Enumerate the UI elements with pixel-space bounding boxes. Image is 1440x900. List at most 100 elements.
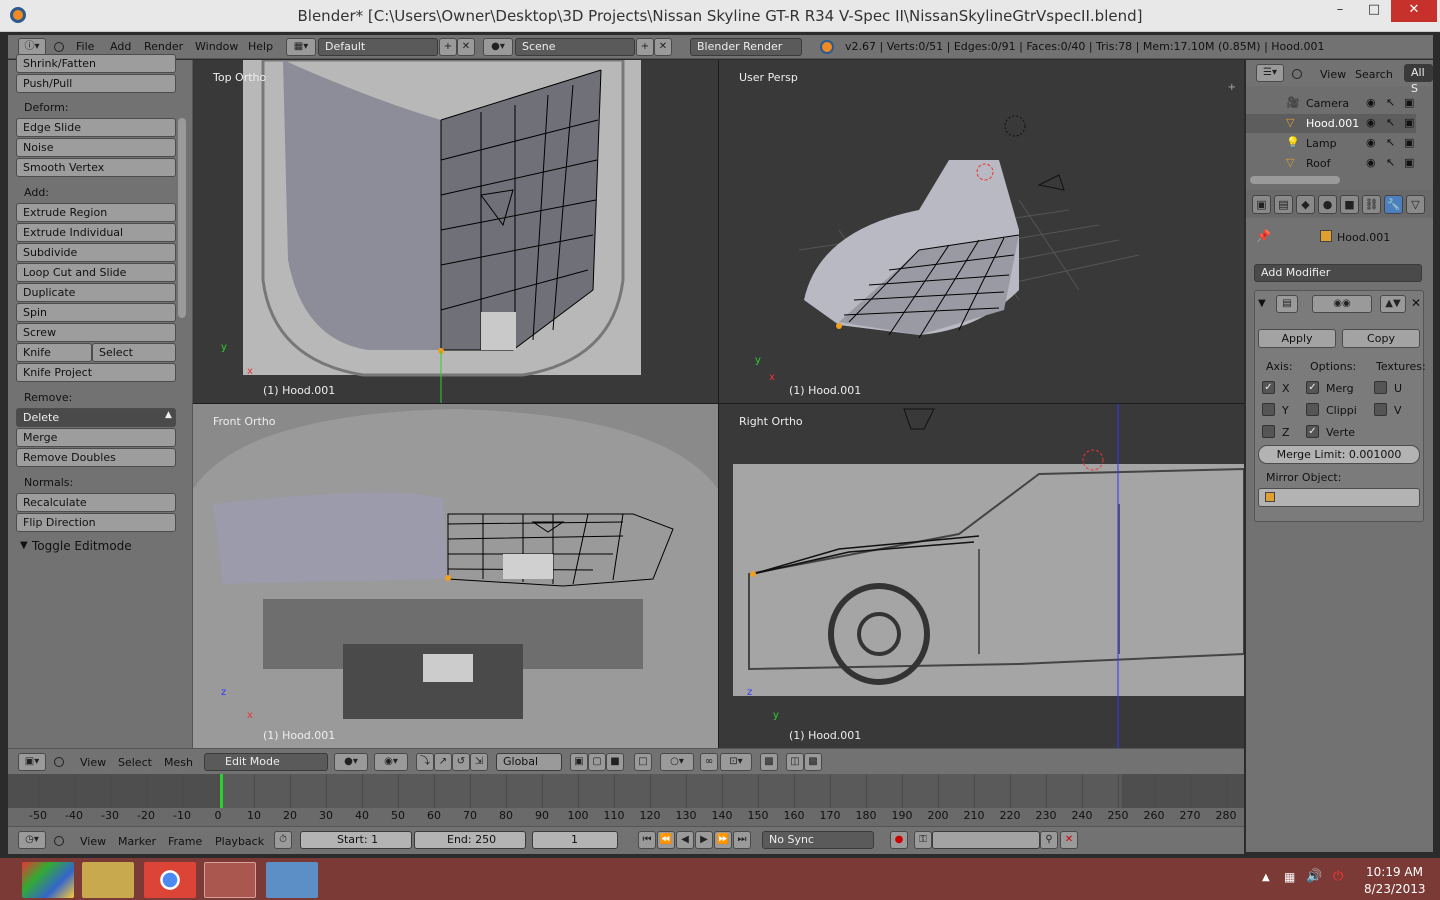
modifier-collapse-icon[interactable]: ▼: [1258, 298, 1266, 309]
outliner-item[interactable]: ▽ Hood.001 ◉ ↖ ▣: [1246, 114, 1416, 133]
tool-spin[interactable]: Spin: [16, 303, 176, 322]
vertex-groups-checkbox[interactable]: ✓: [1306, 425, 1319, 438]
tool-merge[interactable]: Merge: [16, 428, 176, 447]
axis-y-checkbox[interactable]: [1262, 403, 1275, 416]
timeline-collapse-icon[interactable]: [54, 836, 64, 846]
tool-remove-doubles[interactable]: Remove Doubles: [16, 448, 176, 467]
render-engine-select[interactable]: Blender Render: [690, 38, 802, 56]
timeline-menu-playback[interactable]: Playback: [215, 835, 264, 848]
visibility-eye-icon[interactable]: ◉: [1366, 156, 1376, 169]
minimize-button[interactable]: –: [1323, 0, 1357, 22]
jump-keyframe-back-icon[interactable]: ⏪: [657, 831, 675, 849]
record-icon[interactable]: ●: [890, 831, 908, 849]
delete-keyframe-icon[interactable]: ✕: [1060, 831, 1078, 849]
clipping-checkbox[interactable]: [1306, 403, 1319, 416]
tool-flip-direction[interactable]: Flip Direction: [16, 513, 176, 532]
menu-add[interactable]: Add: [110, 40, 131, 53]
modifier-visibility-icons[interactable]: ◉◉: [1312, 295, 1372, 313]
viewport-shading-select[interactable]: ●▾: [334, 753, 368, 771]
pin-icon[interactable]: 📌: [1256, 229, 1271, 243]
clock-date[interactable]: 8/23/2013: [1364, 882, 1426, 896]
collapse-icon[interactable]: [54, 42, 64, 52]
keying-set-field[interactable]: [932, 831, 1040, 849]
view3d-collapse-icon[interactable]: [54, 757, 64, 767]
viewport-front-ortho[interactable]: Front Ortho z x (1) Hood.001: [193, 404, 718, 748]
outliner-item[interactable]: ▽ Roof ◉ ↖ ▣: [1246, 154, 1416, 173]
tool-extrude-individual[interactable]: Extrude Individual: [16, 223, 176, 242]
close-button[interactable]: ✕: [1391, 0, 1437, 22]
tool-knife-select[interactable]: Select: [92, 343, 176, 362]
blender-taskbar-icon[interactable]: [204, 862, 256, 898]
render-preview-icon[interactable]: ◫: [786, 753, 804, 771]
timeline-menu-marker[interactable]: Marker: [118, 835, 156, 848]
toggle-editmode-panel[interactable]: Toggle Editmode: [32, 539, 132, 553]
tool-shrink-fatten[interactable]: Shrink/Fatten: [16, 54, 176, 73]
outliner-editor-type-button[interactable]: ☰▾: [1256, 64, 1284, 82]
selectable-cursor-icon[interactable]: ↖: [1386, 136, 1395, 149]
maximize-button[interactable]: □: [1357, 0, 1391, 22]
start-frame-field[interactable]: Start: 1: [300, 831, 412, 849]
selectable-cursor-icon[interactable]: ↖: [1386, 156, 1395, 169]
apply-modifier-button[interactable]: Apply: [1258, 329, 1336, 348]
renderable-camera-icon[interactable]: ▣: [1404, 116, 1414, 129]
menu-render[interactable]: Render: [144, 40, 183, 53]
render-animation-icon[interactable]: ▩: [804, 753, 822, 771]
file-explorer-icon[interactable]: [82, 862, 134, 898]
axis-x-checkbox[interactable]: ✓: [1262, 381, 1275, 394]
tool-loop-cut[interactable]: Loop Cut and Slide: [16, 263, 176, 282]
menu-file[interactable]: File: [76, 40, 94, 53]
render-layers-tab-icon[interactable]: ▤: [1274, 195, 1293, 214]
snap-toggle-icon[interactable]: ∞: [700, 753, 718, 771]
keying-set-icon[interactable]: ⚿: [914, 831, 932, 849]
outliner-item[interactable]: 💡 Lamp ◉ ↖ ▣: [1246, 134, 1416, 153]
texture-u-checkbox[interactable]: [1374, 381, 1387, 394]
viewport-top-ortho[interactable]: Top Ortho y x (1) Hood.001: [193, 60, 718, 403]
outliner-item[interactable]: 🎥 Camera ◉ ↖ ▣: [1246, 94, 1416, 113]
menu-help[interactable]: Help: [248, 40, 273, 53]
photo-viewer-icon[interactable]: [266, 862, 318, 898]
manipulator-toggle-icon[interactable]: ⤵: [416, 753, 434, 771]
render-tab-icon[interactable]: ▣: [1252, 195, 1271, 214]
constraints-tab-icon[interactable]: ⛓: [1362, 195, 1381, 214]
tool-smooth-vertex[interactable]: Smooth Vertex: [16, 158, 176, 177]
visibility-eye-icon[interactable]: ◉: [1366, 96, 1376, 109]
timeline-editor-type-button[interactable]: ◷▾: [18, 831, 46, 849]
limit-selection-icon[interactable]: □: [634, 753, 652, 771]
renderable-camera-icon[interactable]: ▣: [1404, 96, 1414, 109]
volume-icon[interactable]: 🔊: [1306, 869, 1322, 884]
copy-modifier-button[interactable]: Copy: [1342, 329, 1420, 348]
world-tab-icon[interactable]: ●: [1318, 195, 1337, 214]
current-frame-marker[interactable]: [220, 774, 223, 808]
screen-layout-icon[interactable]: ▦▾: [286, 38, 316, 56]
outliner-menu-view[interactable]: View: [1320, 68, 1346, 81]
outliner-collapse-icon[interactable]: [1292, 69, 1302, 79]
merge-checkbox[interactable]: ✓: [1306, 381, 1319, 394]
transform-orientation-select[interactable]: Global: [496, 753, 562, 771]
axis-z-checkbox[interactable]: [1262, 425, 1275, 438]
chrome-icon[interactable]: [144, 862, 196, 898]
mode-select[interactable]: Edit Mode: [204, 753, 328, 771]
view3d-editor-type-button[interactable]: ▣▾: [18, 753, 46, 771]
tool-recalculate[interactable]: Recalculate: [16, 493, 176, 512]
renderable-camera-icon[interactable]: ▣: [1404, 136, 1414, 149]
play-reverse-icon[interactable]: ◀: [676, 831, 694, 849]
tool-delete[interactable]: Delete: [16, 408, 176, 427]
remove-screen-button[interactable]: ✕: [457, 38, 475, 56]
jump-end-icon[interactable]: ⏭: [733, 831, 751, 849]
view3d-menu-select[interactable]: Select: [118, 756, 152, 769]
modifiers-tab-icon[interactable]: 🔧: [1384, 195, 1403, 214]
tool-duplicate[interactable]: Duplicate: [16, 283, 176, 302]
rotate-manipulator-icon[interactable]: ↺: [452, 753, 470, 771]
viewport-plus-icon[interactable]: +: [1228, 82, 1236, 93]
toolshelf-scrollbar[interactable]: [178, 118, 186, 318]
preview-range-icon[interactable]: ⏱: [274, 831, 292, 849]
object-tab-icon[interactable]: ■: [1340, 195, 1359, 214]
add-scene-button[interactable]: +: [636, 38, 654, 56]
remove-scene-button[interactable]: ✕: [654, 38, 672, 56]
mirror-object-field[interactable]: [1258, 488, 1420, 507]
view3d-menu-mesh[interactable]: Mesh: [164, 756, 193, 769]
tool-edge-slide[interactable]: Edge Slide: [16, 118, 176, 137]
viewport-user-persp[interactable]: User Persp y x (1) Hood.001 +: [719, 60, 1244, 403]
collapse-triangle-icon[interactable]: ▼: [20, 540, 28, 551]
tool-push-pull[interactable]: Push/Pull: [16, 74, 176, 93]
